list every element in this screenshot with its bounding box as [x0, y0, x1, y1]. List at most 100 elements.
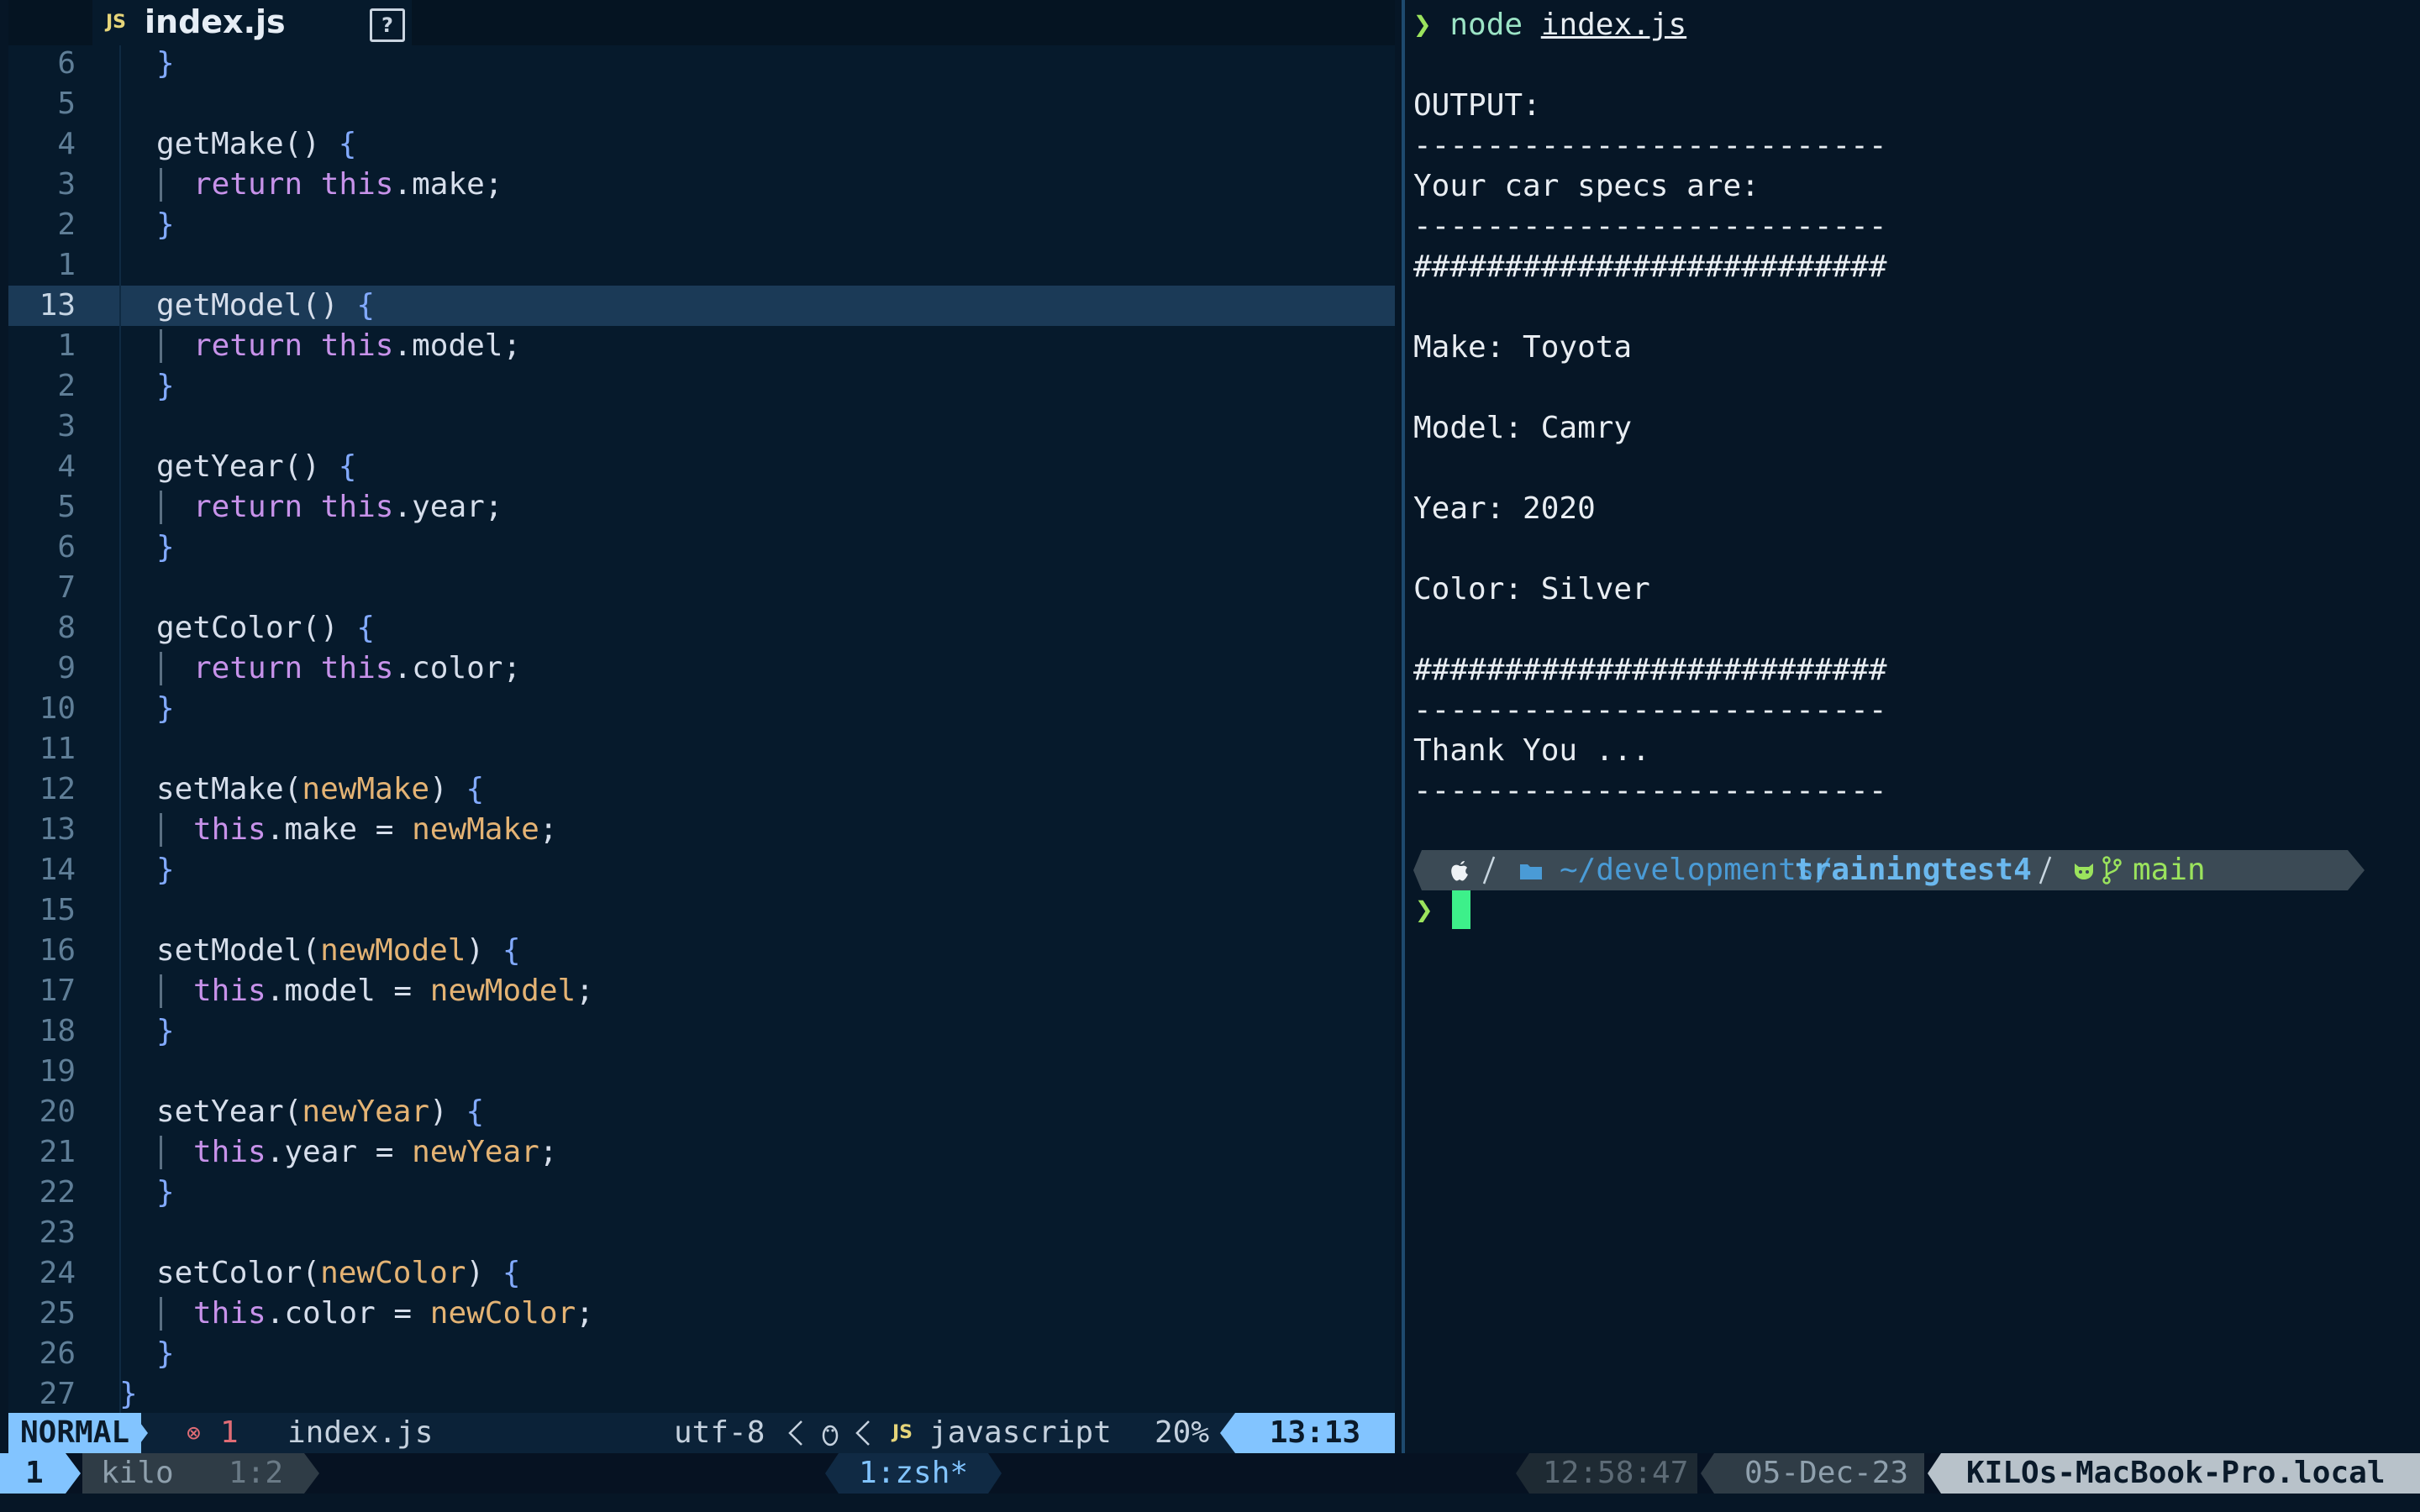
command-argument[interactable]: index.js: [1541, 8, 1686, 42]
mode-separator: [133, 1413, 148, 1453]
editor-pane[interactable]: JS index.js ? 6} 5 4 getMake() {3 return thi…: [8, 0, 1395, 1413]
separator-left-icon: [788, 1420, 802, 1446]
indent-guide: [160, 652, 162, 685]
code-line[interactable]: 9 return this.color;: [8, 648, 1395, 689]
code-text: }: [156, 850, 175, 890]
code-line[interactable]: 23: [8, 1213, 1395, 1253]
code-line[interactable]: 15: [8, 890, 1395, 931]
code-token: {: [356, 611, 376, 645]
line-number: 2: [57, 369, 76, 403]
code-token: ;: [576, 974, 594, 1008]
code-line[interactable]: 3: [8, 407, 1395, 447]
code-text: this.make = newMake;: [193, 810, 558, 850]
output-line: --------------------------: [1413, 774, 1887, 808]
linux-icon: [822, 1425, 839, 1446]
code-line[interactable]: 2}: [8, 205, 1395, 245]
tmux-pane[interactable]: 1:2: [229, 1453, 283, 1494]
session-separator: [66, 1453, 81, 1494]
window-separator: [304, 1453, 319, 1494]
line-number: 17: [39, 974, 76, 1008]
code-line[interactable]: 20 setYear(newYear) {: [8, 1092, 1395, 1132]
line-number: 13: [39, 288, 76, 323]
tmux-time: 12:58:47: [1543, 1456, 1689, 1490]
command-name: node: [1449, 8, 1523, 42]
terminal-pane[interactable]: ❯ node index.js OUTPUT: -----------------…: [1412, 0, 2420, 1453]
code-line[interactable]: 25 this.color = newColor;: [8, 1294, 1395, 1334]
code-token: .make =: [266, 812, 413, 847]
line-number: 6: [57, 46, 76, 81]
output-line: --------------------------: [1413, 209, 1887, 244]
code-token: setColor(: [156, 1256, 321, 1290]
gutter-border: [119, 45, 121, 1413]
code-line[interactable]: 6}: [8, 528, 1395, 568]
code-line[interactable]: 10}: [8, 689, 1395, 729]
code-token: ): [429, 1095, 466, 1129]
line-number: 4: [57, 449, 76, 484]
output-line: Make: Toyota: [1413, 330, 1633, 365]
line-number: 22: [39, 1175, 76, 1210]
code-line[interactable]: 27}: [8, 1374, 1395, 1413]
code-line[interactable]: 2}: [8, 366, 1395, 407]
code-token: getMake(): [156, 127, 339, 161]
tab-filename: index.js: [145, 3, 286, 40]
code-line[interactable]: 1 return this.model;: [8, 326, 1395, 366]
code-line[interactable]: 5 return this.year;: [8, 487, 1395, 528]
help-icon[interactable]: ?: [370, 8, 405, 42]
code-line[interactable]: 8 getColor() {: [8, 608, 1395, 648]
tmux-window-name[interactable]: kilo: [101, 1453, 174, 1494]
line-number: 1: [57, 328, 76, 363]
code-token: ): [429, 772, 466, 806]
terminal-cursor[interactable]: [1452, 890, 1470, 929]
code-line[interactable]: 21 this.year = newYear;: [8, 1132, 1395, 1173]
code-line[interactable]: 1: [8, 245, 1395, 286]
code-token: this: [320, 490, 394, 524]
indent-guide: [160, 1136, 162, 1169]
line-number: 5: [57, 87, 76, 121]
code-text: }: [156, 1334, 175, 1374]
code-line[interactable]: 22}: [8, 1173, 1395, 1213]
tab-index-js[interactable]: JS index.js ?: [92, 0, 412, 45]
code-token: }: [156, 1175, 175, 1210]
code-line[interactable]: 4 getMake() {: [8, 124, 1395, 165]
indent-guide: [160, 329, 162, 363]
code-line[interactable]: 16 setModel(newModel) {: [8, 931, 1395, 971]
line-number: 7: [57, 570, 76, 605]
indent-guide: [160, 168, 162, 202]
line-number: 19: [39, 1054, 76, 1089]
code-line-current[interactable]: 13 getModel() {: [8, 286, 1395, 326]
code-line[interactable]: 17 this.model = newModel;: [8, 971, 1395, 1011]
code-token: {: [502, 1256, 521, 1290]
apple-icon: [1451, 861, 1468, 881]
code-token: getModel(): [156, 288, 357, 323]
code-line[interactable]: 4 getYear() {: [8, 447, 1395, 487]
tmux-active-window[interactable]: 1:zsh*: [859, 1453, 968, 1494]
code-text: setModel(newModel) {: [156, 931, 521, 971]
code-text: }: [156, 205, 175, 245]
code-line[interactable]: 5: [8, 84, 1395, 124]
code-token: return: [193, 167, 321, 202]
code-token: .color =: [266, 1296, 430, 1331]
error-count[interactable]: 1: [220, 1413, 239, 1453]
code-line[interactable]: 26}: [8, 1334, 1395, 1374]
code-token: ): [466, 1256, 502, 1290]
indent-guide: [160, 491, 162, 524]
code-line[interactable]: 24 setColor(newColor) {: [8, 1253, 1395, 1294]
code-line[interactable]: 12 setMake(newMake) {: [8, 769, 1395, 810]
code-line[interactable]: 19: [8, 1052, 1395, 1092]
code-token: getYear(): [156, 449, 339, 484]
pane-divider[interactable]: [1402, 0, 1405, 1453]
code-text: setMake(newMake) {: [156, 769, 484, 810]
code-line[interactable]: 13 this.make = newMake;: [8, 810, 1395, 850]
code-text: }: [156, 528, 175, 568]
code-line[interactable]: 11: [8, 729, 1395, 769]
code-line[interactable]: 14}: [8, 850, 1395, 890]
code-line[interactable]: 18}: [8, 1011, 1395, 1052]
prompt-arrow: ❯: [1413, 8, 1432, 42]
code-text: getMake() {: [156, 124, 356, 165]
code-token: newMake: [302, 772, 430, 806]
code-line[interactable]: 6}: [8, 44, 1395, 84]
code-line[interactable]: 7: [8, 568, 1395, 608]
code-line[interactable]: 3 return this.make;: [8, 165, 1395, 205]
tmux-session[interactable]: 1: [25, 1453, 44, 1494]
code-token: newColor: [320, 1256, 466, 1290]
